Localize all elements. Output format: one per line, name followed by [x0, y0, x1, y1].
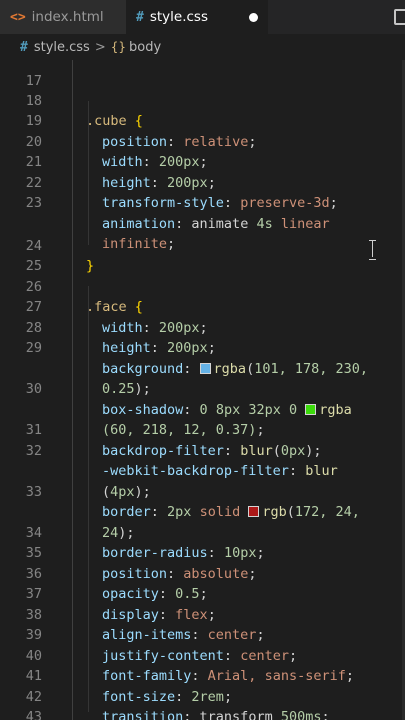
code-line: 18 .cube {: [0, 70, 405, 130]
code-line: 0.25);: [0, 338, 405, 397]
breadcrumb-symbol[interactable]: body: [129, 40, 161, 55]
unsaved-dot-icon[interactable]: [249, 12, 258, 22]
code-line: 32 -webkit-backdrop-filter: blur: [0, 420, 405, 480]
code-line: 20 width: 200px;: [0, 111, 405, 171]
code-line: 36 opacity: 0.5;: [0, 543, 405, 603]
code-line: 21 height: 200px;: [0, 132, 405, 191]
code-line: 17: [0, 60, 405, 89]
tab-index-html[interactable]: <> index.html: [0, 0, 126, 34]
code-line: 38 align-items: center;: [0, 584, 405, 644]
code-line: 37 display: flex;: [0, 564, 405, 623]
breadcrumb-file[interactable]: style.css: [34, 40, 90, 55]
code-line: 23 animation: animate 4s linear: [0, 173, 405, 232]
css-symbol-icon: {}: [110, 40, 127, 54]
code-line: 42 transition: transform 500ms;: [0, 666, 405, 720]
code-line: 34 border-radius: 10px;: [0, 502, 405, 562]
editor-tab-bar: <> index.html # style.css: [0, 0, 405, 34]
code-line: 28 height: 200px;: [0, 297, 405, 357]
code-line: 40 font-family: Arial, sans-serif;: [0, 625, 405, 685]
hash-icon: #: [136, 9, 144, 25]
code-line: infinite;: [0, 193, 405, 252]
code-line: 33 border: 2px solid rgb(172, 24,: [0, 461, 405, 521]
tab-style-css[interactable]: # style.css: [126, 0, 268, 34]
code-line: 22 transform-style: preserve-3d;: [0, 152, 405, 212]
code-brackets-icon: <>: [10, 9, 26, 25]
code-line: 41 font-size: 2rem;: [0, 646, 405, 705]
tab-label: style.css: [149, 9, 208, 25]
code-line: 30 box-shadow: 0 8px 32px 0 rgba: [0, 359, 405, 418]
code-line: 39 justify-content: center;: [0, 605, 405, 664]
split-editor-icon[interactable]: [394, 9, 405, 25]
breadcrumb: # style.css > {} body: [0, 34, 405, 60]
code-line: 24);: [0, 482, 405, 541]
breadcrumb-separator: >: [94, 39, 106, 55]
code-line: 35 position: absolute;: [0, 523, 405, 582]
code-line: 29 background: rgba(101, 178, 230,: [0, 318, 405, 377]
code-line: (60, 218, 12, 0.37);: [0, 379, 405, 438]
code-editor[interactable]: 17 18 .cube { 19 position: relative; 20 …: [0, 60, 405, 720]
code-line: 44: [0, 708, 405, 720]
code-line: 43 }: [0, 687, 405, 720]
code-line: (4px);: [0, 441, 405, 500]
code-line: 19 position: relative;: [0, 91, 405, 150]
code-line: 27 width: 200px;: [0, 277, 405, 336]
code-line: 25: [0, 236, 405, 274]
css-file-icon: #: [20, 39, 28, 55]
code-line: 24 }: [0, 215, 405, 275]
code-line: 31 backdrop-filter: blur(0px);: [0, 400, 405, 459]
tab-label: index.html: [31, 9, 104, 25]
code-line: 26 .face {: [0, 256, 405, 316]
text-cursor-icon: [368, 240, 377, 260]
